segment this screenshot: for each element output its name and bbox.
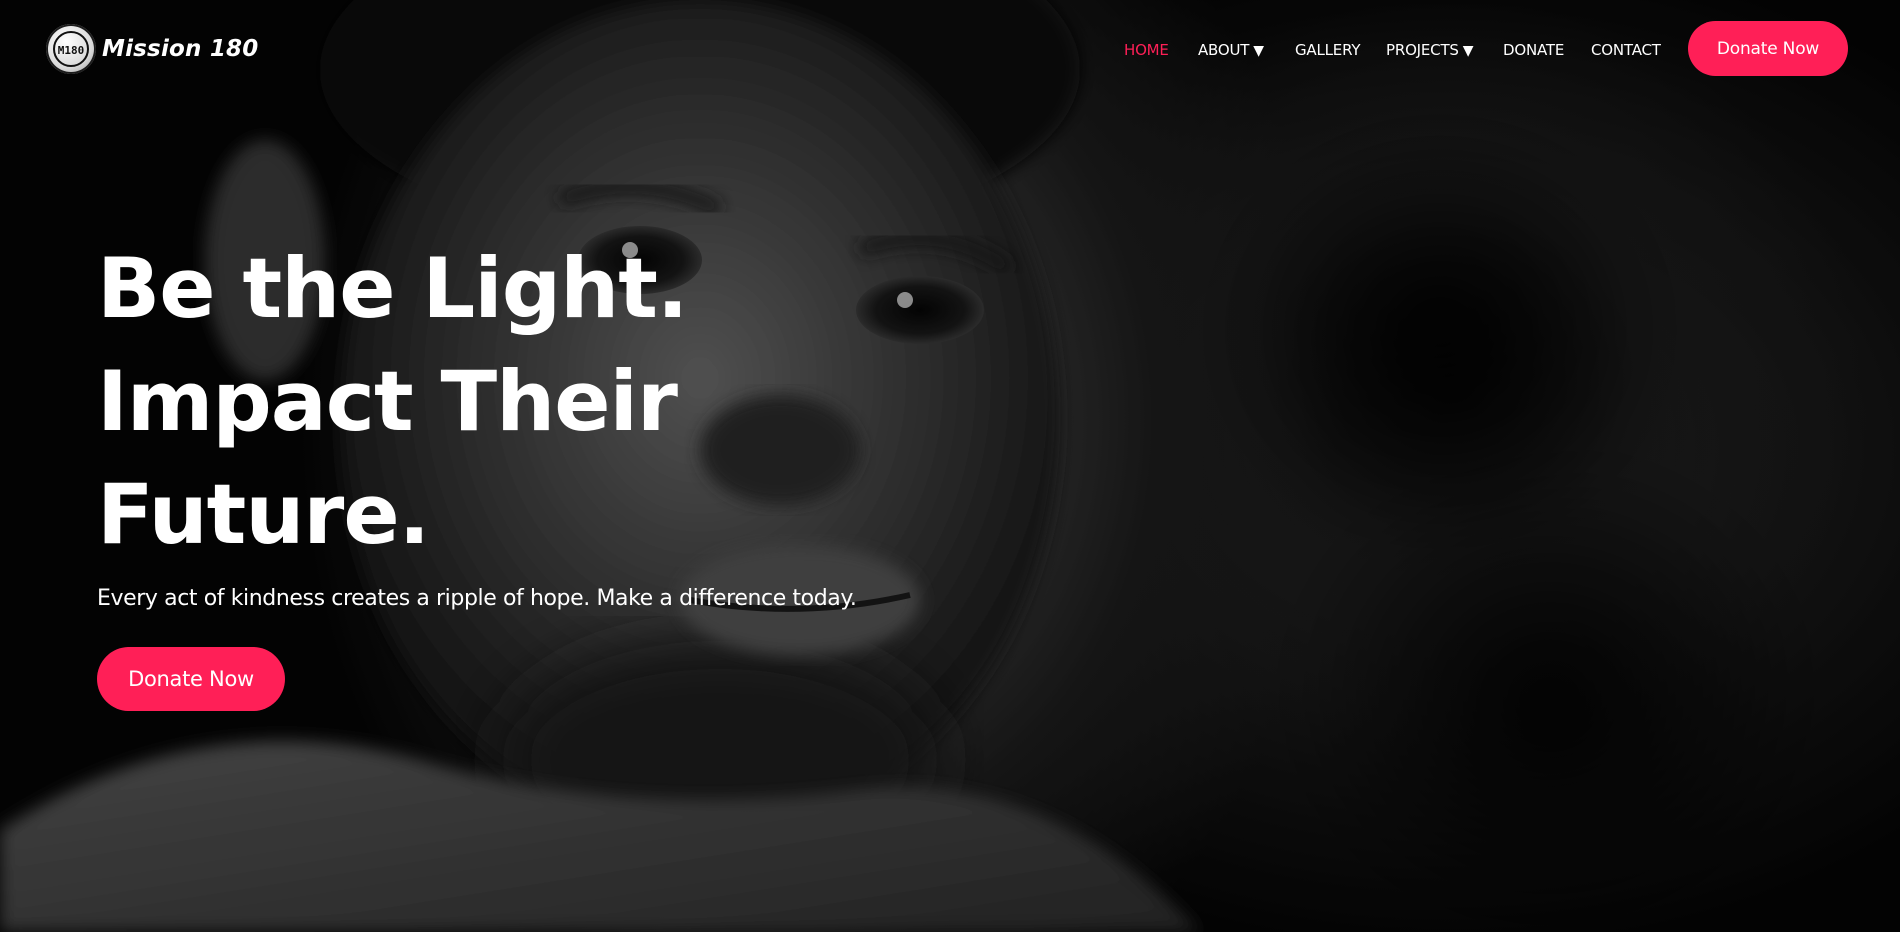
headline-line-2: Impact Their bbox=[97, 353, 678, 450]
chevron-down-icon: ▼ bbox=[1462, 43, 1474, 59]
nav-label-gallery: GALLERY bbox=[1295, 41, 1361, 59]
nav-item-contact[interactable]: CONTACT bbox=[1591, 40, 1661, 60]
nav-label-home: HOME bbox=[1124, 41, 1169, 59]
navbar: M180 Mission 180 HOME ABOUT ▼ GALLERY PRO… bbox=[0, 0, 1900, 98]
hero-section: M180 Mission 180 HOME ABOUT ▼ GALLERY PRO… bbox=[0, 0, 1900, 932]
nav-label-donate: DONATE bbox=[1503, 41, 1565, 59]
headline-line-1: Be the Light. bbox=[97, 240, 688, 337]
nav-item-gallery[interactable]: GALLERY bbox=[1295, 40, 1361, 60]
headline-line-3: Future. bbox=[97, 466, 430, 563]
hero-headline: Be the Light. Impact Their Future. bbox=[97, 232, 688, 571]
hero-donate-now-button[interactable]: Donate Now bbox=[97, 647, 285, 711]
nav-label-contact: CONTACT bbox=[1591, 41, 1661, 59]
nav-label-projects: PROJECTS bbox=[1386, 41, 1459, 59]
chevron-down-icon: ▼ bbox=[1253, 43, 1264, 59]
nav-item-home[interactable]: HOME bbox=[1124, 40, 1169, 60]
hero-subtitle: Every act of kindness creates a ripple o… bbox=[97, 586, 857, 611]
main-navigation: HOME ABOUT ▼ GALLERY PROJECTS ▼ DONATE CON… bbox=[0, 40, 1900, 60]
nav-label-about: ABOUT bbox=[1198, 41, 1250, 59]
nav-item-donate[interactable]: DONATE bbox=[1503, 40, 1564, 60]
nav-donate-now-button[interactable]: Donate Now bbox=[1688, 21, 1848, 76]
nav-item-about[interactable]: ABOUT ▼ bbox=[1198, 40, 1264, 61]
nav-item-projects[interactable]: PROJECTS ▼ bbox=[1386, 40, 1474, 61]
